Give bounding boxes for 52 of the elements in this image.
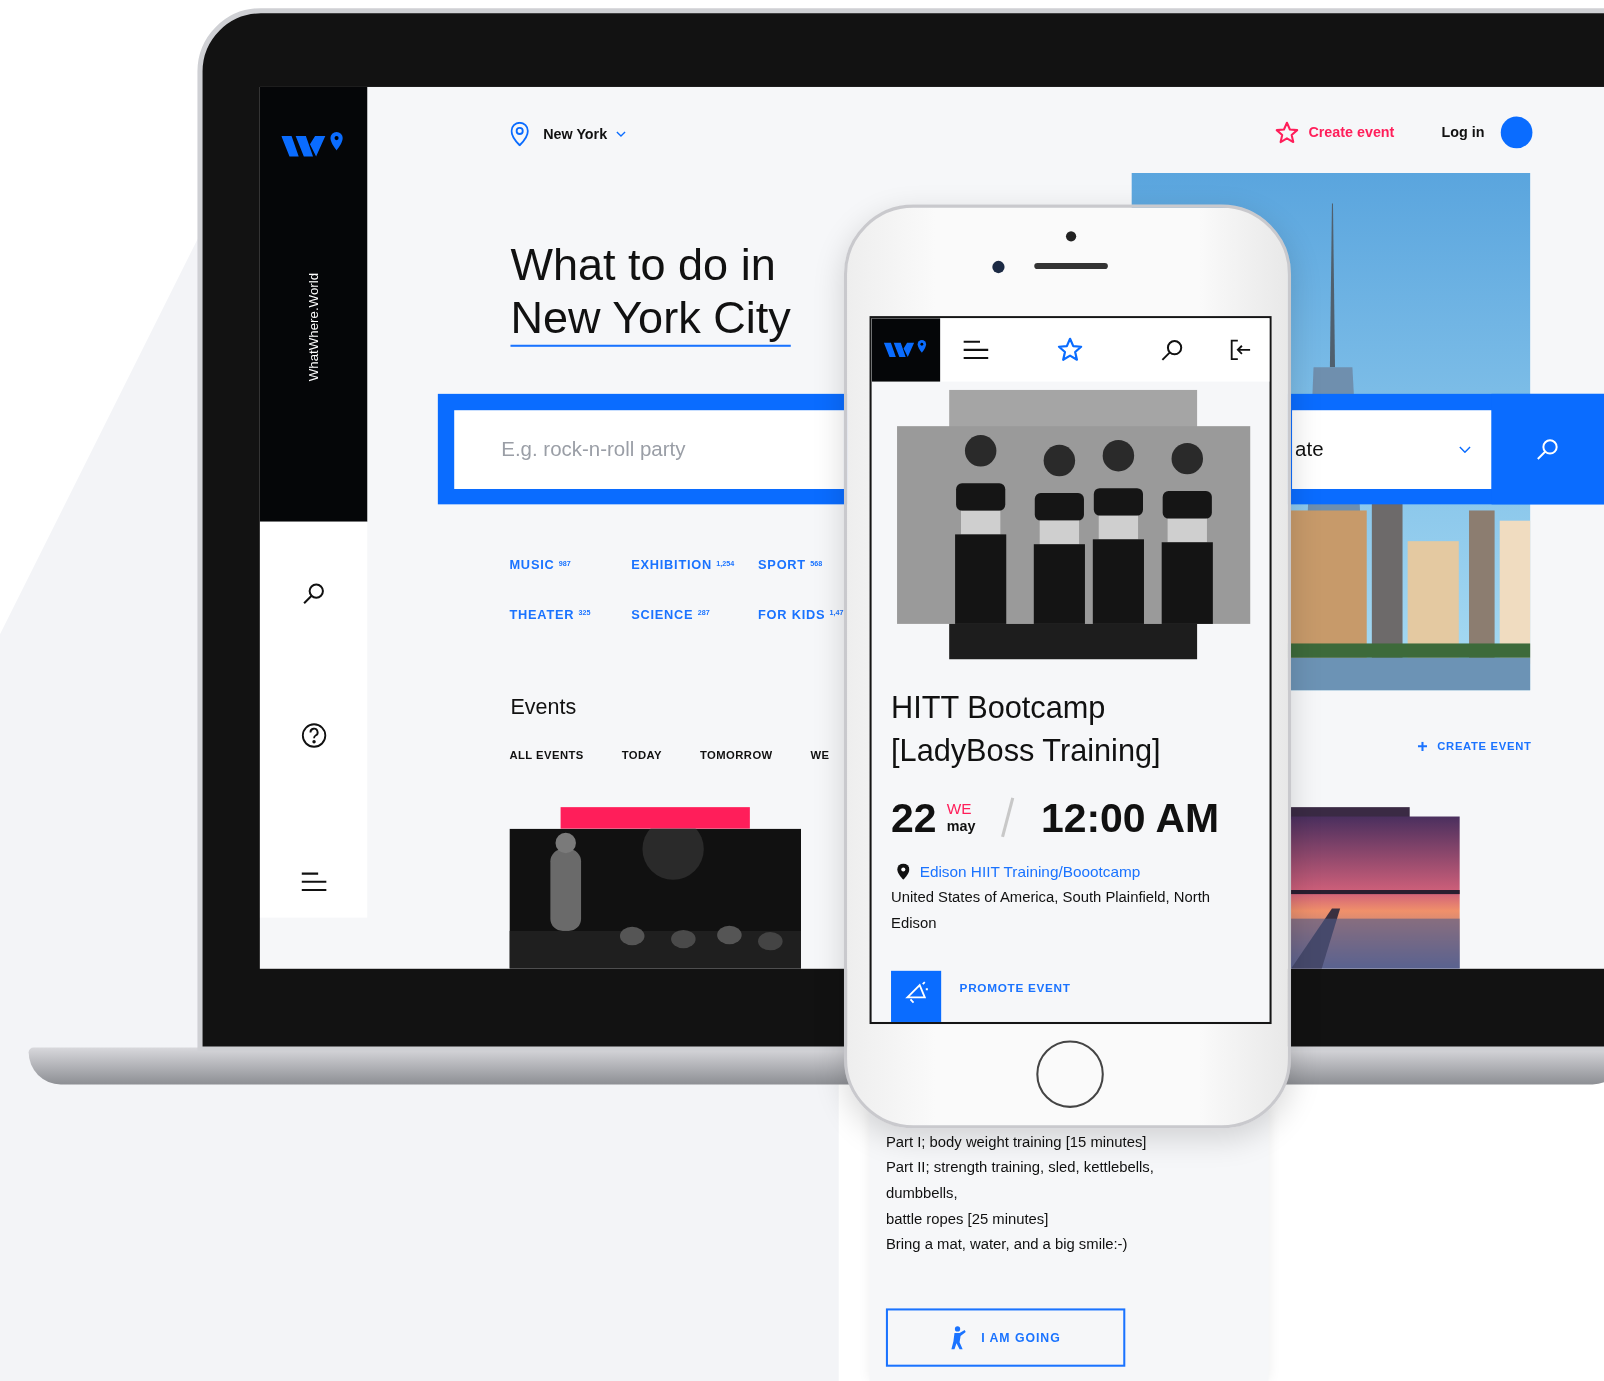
menu-icon[interactable]: [300, 871, 327, 893]
filter-tab[interactable]: ALL EVENTS: [509, 746, 584, 764]
location-pin-icon: [897, 863, 910, 880]
chevron-icon: [615, 130, 626, 138]
going-button[interactable]: I AM GOING: [885, 1308, 1126, 1367]
star-icon[interactable]: [1056, 336, 1084, 364]
filter-tab[interactable]: WE: [810, 746, 830, 764]
description-line: Part II; strength training, sled, kettlebells,: [885, 1158, 1155, 1178]
plus-icon: [1417, 741, 1428, 751]
category-link[interactable]: EXHIBITION $^{1,254}$: [631, 555, 759, 575]
event-title: [LadyBoss Training]: [891, 732, 1162, 770]
filter-tab[interactable]: TODAY: [621, 746, 663, 764]
section-heading: Events: [510, 693, 577, 721]
description-line: dumbbells,: [885, 1183, 959, 1203]
filter-tab[interactable]: TOMORROW: [699, 746, 773, 764]
phone-camera: [992, 260, 1005, 274]
headline: New York City: [510, 291, 791, 347]
promote-button[interactable]: [891, 970, 942, 1022]
venue-link[interactable]: Edison HIIT Training/Boootcamp: [919, 859, 1141, 883]
category-link[interactable]: SCIENCE $^{287}$: [631, 605, 759, 625]
event-month: may: [946, 816, 976, 834]
menu-icon[interactable]: [962, 339, 990, 361]
walking-person-icon: [950, 1325, 967, 1350]
description-line: Part I; body weight training [15 minutes]: [885, 1132, 1148, 1152]
brand-name: WhatWhere.World: [304, 272, 322, 382]
avatar[interactable]: [1500, 116, 1533, 149]
megaphone-icon: [903, 981, 929, 1004]
event-title: HITT Bootcamp: [891, 689, 1107, 727]
location-pin-icon: [510, 121, 529, 147]
category-link[interactable]: FOR KIDS $^{1,47}$: [758, 605, 848, 625]
category-link[interactable]: MUSIC $^{987}$: [509, 555, 632, 575]
category-link[interactable]: THEATER $^{325}$: [509, 605, 632, 625]
event-time: 12:00 AM: [1040, 794, 1220, 840]
logo-block[interactable]: [871, 318, 941, 382]
category-link[interactable]: SPORT $^{568}$: [758, 555, 848, 575]
event-day: 22: [891, 794, 937, 840]
headline: What to do in: [510, 238, 776, 292]
location-dropdown[interactable]: New York: [543, 123, 626, 145]
create-event-link[interactable]: Create event: [1308, 121, 1395, 144]
description-line: battle ropes [25 minutes]: [885, 1209, 1050, 1229]
slash-divider: [1000, 796, 1015, 838]
event-address: United States of America, South Plainfield, North Edison: [891, 888, 1212, 933]
phone-sensor: [1065, 231, 1077, 242]
create-event-link[interactable]: CREATE EVENT: [1417, 737, 1532, 755]
home-button[interactable]: [1036, 1040, 1104, 1108]
star-icon[interactable]: [1274, 120, 1300, 145]
event-weekday: WE: [946, 800, 973, 817]
help-icon[interactable]: [300, 722, 327, 749]
description-line: Bring a mat, water, and a big smile:-): [885, 1234, 1129, 1255]
promote-link[interactable]: PROMOTE EVENT: [959, 980, 1071, 999]
login-link[interactable]: Log in: [1441, 121, 1485, 144]
search-field[interactable]: E.g. rock-n-roll party: [454, 409, 844, 489]
